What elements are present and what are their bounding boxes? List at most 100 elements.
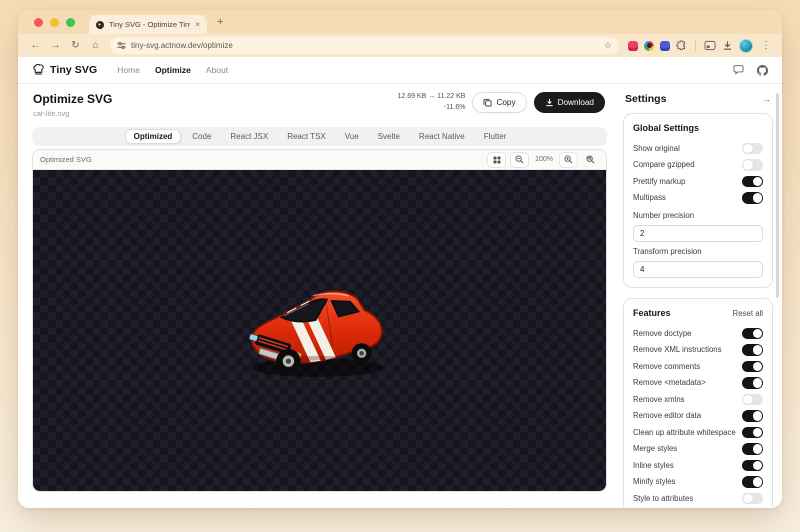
global-settings-title: Global Settings	[633, 123, 700, 133]
copy-label: Copy	[496, 98, 516, 107]
format-tab[interactable]: Optimized	[124, 129, 182, 144]
zoom-in-icon	[564, 155, 573, 164]
toggle-switch[interactable]	[742, 360, 763, 372]
zoom-out-button[interactable]	[510, 151, 530, 168]
toggle-label: Prettify markup	[633, 176, 686, 186]
copy-button[interactable]: Copy	[472, 92, 527, 113]
browser-tabstrip: Tiny SVG - Optimize Tiny SVG × +	[18, 10, 782, 34]
toggle-switch[interactable]	[742, 476, 763, 488]
transform-precision-label: Transform precision	[633, 247, 702, 256]
app-header: Tiny SVG Home Optimize About	[18, 57, 782, 84]
github-icon[interactable]	[757, 64, 768, 76]
format-tab[interactable]: React TSX	[279, 130, 334, 144]
tune-icon	[117, 42, 126, 49]
app-logo[interactable]: Tiny SVG	[32, 64, 97, 76]
extension-blue-icon[interactable]	[660, 40, 670, 51]
nav-item[interactable]: Home	[117, 65, 140, 75]
browser-menu-icon[interactable]: ⋮	[759, 40, 773, 51]
toggle-label: Show original	[633, 143, 680, 153]
extensions-area: ⋮	[628, 38, 773, 53]
transform-precision-input[interactable]	[633, 261, 763, 278]
toggle-switch[interactable]	[742, 344, 763, 356]
collapse-sidebar-icon[interactable]: →	[762, 94, 771, 104]
download-label: Download	[557, 98, 594, 107]
new-tab-button[interactable]: +	[217, 10, 223, 34]
svg-preview-canvas[interactable]	[33, 170, 606, 491]
profile-avatar[interactable]	[739, 38, 753, 53]
zoom-out-icon	[515, 155, 524, 164]
toggle-switch[interactable]	[742, 175, 763, 187]
format-tab[interactable]: Vue	[337, 130, 367, 144]
toggle-switch[interactable]	[742, 377, 763, 389]
nav-item[interactable]: Optimize	[155, 65, 191, 75]
toggle-label: Style to attributes	[633, 493, 694, 503]
toggle-label: Merge styles	[633, 444, 678, 454]
number-precision-input[interactable]	[633, 225, 763, 242]
extensions-puzzle-icon[interactable]	[676, 40, 687, 51]
zoom-in-button[interactable]	[559, 151, 578, 168]
reload-icon[interactable]: ↻	[67, 37, 84, 54]
fullscreen-window-button[interactable]	[66, 17, 75, 27]
format-tab[interactable]: Svelte	[370, 130, 408, 144]
toggle-switch[interactable]	[742, 142, 763, 154]
toggle-switch[interactable]	[742, 426, 763, 438]
toggle-label: Remove comments	[633, 361, 701, 371]
feedback-bubble-icon[interactable]	[733, 65, 744, 75]
tab-close-icon[interactable]: ×	[195, 20, 200, 29]
toggle-switch[interactable]	[742, 327, 763, 339]
size-summary: 12.69 KB → 11.22 KB -11.6%	[397, 92, 465, 113]
minimize-window-button[interactable]	[50, 17, 59, 27]
toggle-row: Remove doctype	[633, 325, 763, 342]
format-tab[interactable]: React JSX	[222, 130, 276, 144]
format-tab[interactable]: Flutter	[476, 130, 515, 144]
main-column: Optimize SVG car-lite.svg 12.69 KB → 11.…	[32, 84, 616, 508]
extension-colorwheel-icon[interactable]	[644, 40, 654, 51]
download-icon	[545, 98, 553, 107]
browser-tab[interactable]: Tiny SVG - Optimize Tiny SVG ×	[89, 15, 207, 34]
zoom-reset-button[interactable]	[582, 153, 599, 167]
forward-icon[interactable]: →	[47, 37, 64, 54]
url-text: tiny-svg.actnow.dev/optimize	[131, 41, 233, 50]
toolbar-divider	[695, 39, 696, 52]
format-tab[interactable]: React Native	[411, 130, 473, 144]
address-bar[interactable]: tiny-svg.actnow.dev/optimize ☆	[110, 37, 619, 54]
toggle-grid-button[interactable]	[487, 151, 507, 168]
toggle-label: Compare gzipped	[633, 160, 695, 170]
side-panel-icon[interactable]	[704, 40, 716, 51]
global-settings-card: Global Settings Show original Compare gz…	[623, 113, 773, 288]
settings-sidebar: Settings → Global Settings Show original	[616, 84, 782, 508]
toggle-label: Remove <metadata>	[633, 378, 706, 388]
toggle-switch[interactable]	[742, 410, 763, 422]
bookmark-star-icon[interactable]: ☆	[604, 40, 612, 51]
toggle-label: Clean up attribute whitespace	[633, 427, 736, 437]
toggle-label: Multipass	[633, 193, 666, 203]
toggle-switch[interactable]	[742, 443, 763, 455]
download-button[interactable]: Download	[533, 92, 605, 113]
toggle-switch[interactable]	[742, 393, 763, 405]
page-scrollbar[interactable]	[775, 93, 779, 298]
toggle-switch[interactable]	[742, 492, 763, 504]
format-tabs: Optimized Code React JSX React TSX Vue Svelte…	[32, 127, 607, 146]
toggle-label: Remove xmlns	[633, 394, 685, 404]
toggle-switch[interactable]	[742, 159, 763, 171]
desktop-background: Tiny SVG - Optimize Tiny SVG × + ← → ↻ ⌂…	[0, 0, 800, 532]
browser-window: Tiny SVG - Optimize Tiny SVG × + ← → ↻ ⌂…	[18, 10, 782, 508]
downloads-icon[interactable]	[722, 40, 733, 51]
close-window-button[interactable]	[34, 17, 43, 27]
title-row: Optimize SVG car-lite.svg 12.69 KB → 11.…	[32, 84, 607, 127]
toggle-label: Remove XML instructions	[633, 345, 722, 355]
home-icon[interactable]: ⌂	[87, 37, 104, 54]
nav-item[interactable]: About	[206, 65, 228, 75]
back-icon[interactable]: ←	[27, 37, 44, 54]
preview-panel: Optimized SVG 100%	[32, 149, 607, 492]
grid-icon	[493, 156, 501, 163]
toggle-switch[interactable]	[742, 459, 763, 471]
reset-all-button[interactable]: Reset all	[733, 309, 763, 318]
format-tab[interactable]: Code	[184, 130, 219, 144]
extension-red-icon[interactable]	[628, 40, 638, 51]
body-row: Optimize SVG car-lite.svg 12.69 KB → 11.…	[18, 84, 782, 508]
copy-icon	[483, 98, 493, 107]
toggle-row: Show original	[633, 140, 763, 157]
toggle-switch[interactable]	[742, 192, 763, 204]
toggle-row: Clean up attribute whitespace	[633, 424, 763, 441]
